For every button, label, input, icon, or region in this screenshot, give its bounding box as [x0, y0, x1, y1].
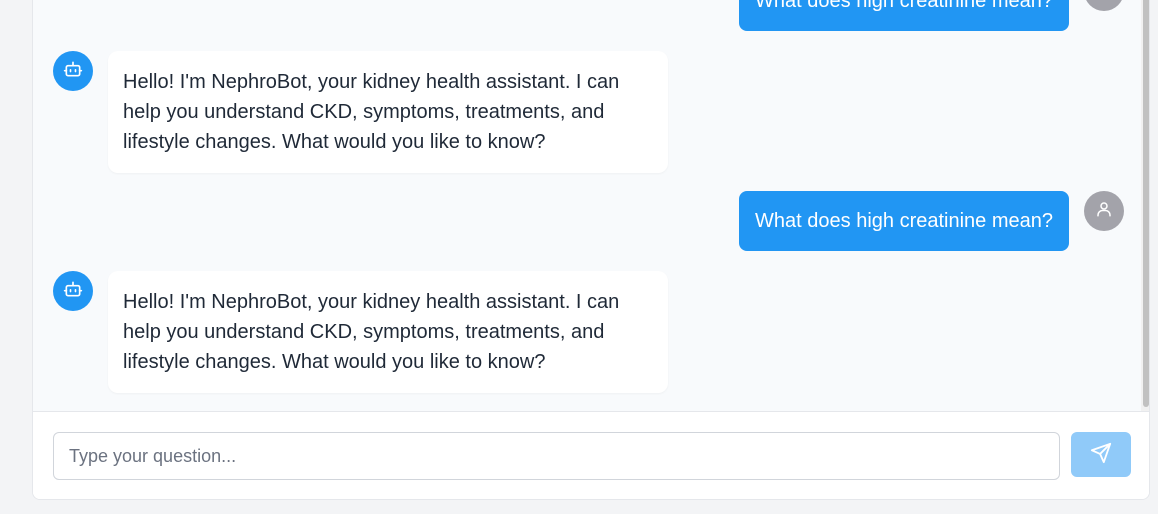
- bot-message-text: Hello! I'm NephroBot, your kidney health…: [123, 71, 620, 153]
- bot-message-bubble: Hello! I'm NephroBot, your kidney health…: [108, 271, 668, 393]
- user-message-text: What does high creatinine mean?: [755, 0, 1053, 12]
- chat-window: What does high creatinine mean? Hello! I…: [32, 0, 1150, 500]
- user-icon: [1095, 200, 1113, 223]
- message-list[interactable]: What does high creatinine mean? Hello! I…: [33, 0, 1149, 412]
- bot-avatar: [53, 51, 93, 91]
- composer: [33, 412, 1149, 499]
- question-input[interactable]: [53, 432, 1060, 480]
- send-icon: [1090, 442, 1112, 467]
- robot-icon: [63, 279, 83, 304]
- user-icon: [1095, 0, 1113, 3]
- user-avatar: [1084, 0, 1124, 11]
- scrollbar[interactable]: [1141, 0, 1149, 411]
- scrollbar-thumb[interactable]: [1143, 0, 1149, 407]
- send-button[interactable]: [1071, 432, 1131, 477]
- user-message-text: What does high creatinine mean?: [755, 210, 1053, 232]
- bot-message-bubble: Hello! I'm NephroBot, your kidney health…: [108, 51, 668, 173]
- robot-icon: [63, 59, 83, 84]
- user-avatar: [1084, 191, 1124, 231]
- user-message-bubble: What does high creatinine mean?: [739, 0, 1069, 31]
- user-message-bubble: What does high creatinine mean?: [739, 191, 1069, 251]
- bot-avatar: [53, 271, 93, 311]
- bot-message-text: Hello! I'm NephroBot, your kidney health…: [123, 291, 620, 373]
- page: What does high creatinine mean? Hello! I…: [0, 0, 1158, 514]
